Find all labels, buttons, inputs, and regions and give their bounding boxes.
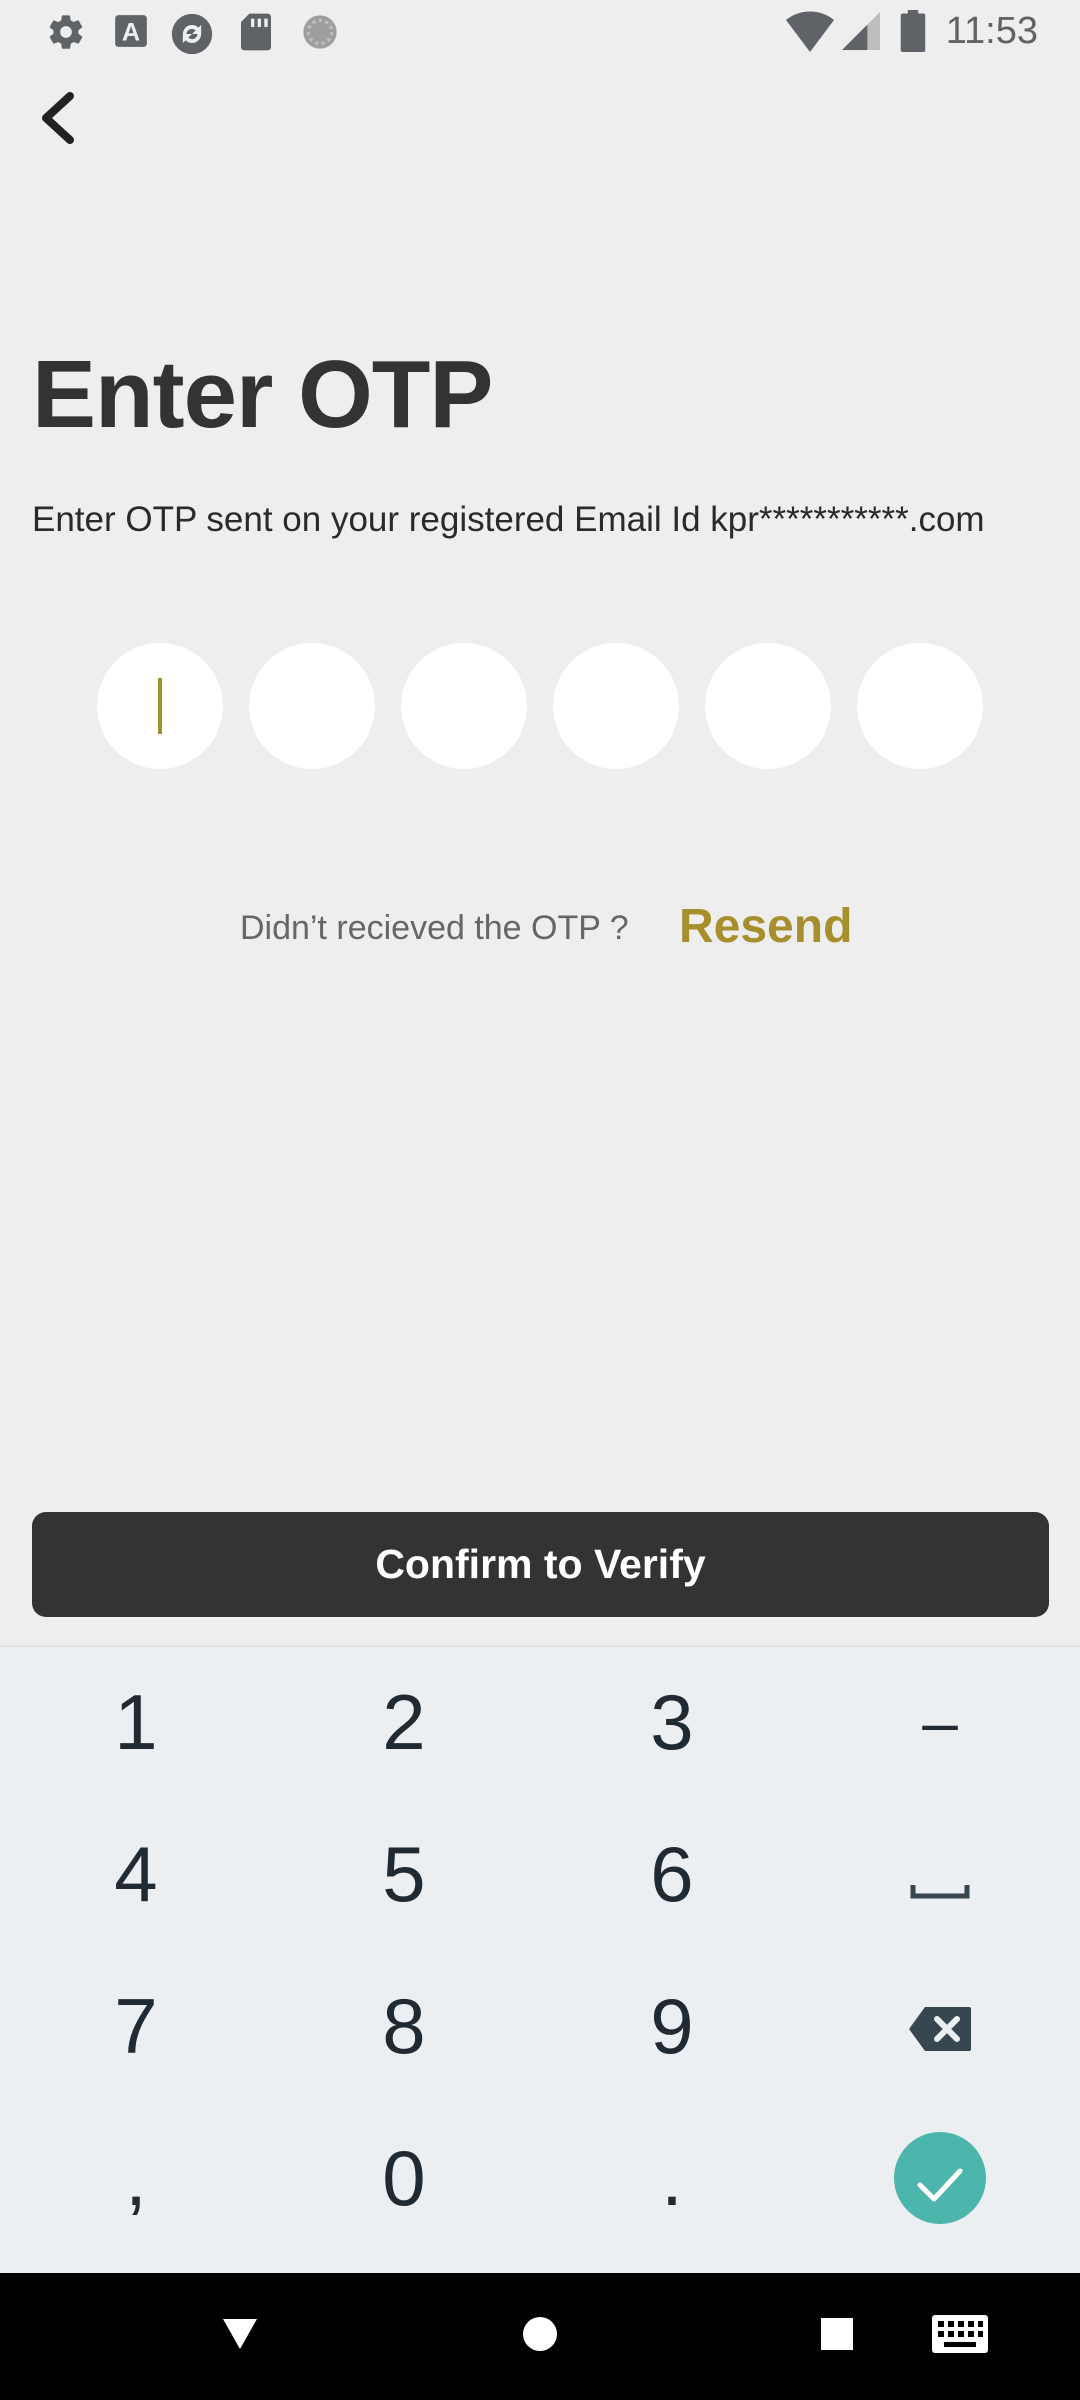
otp-digit-3[interactable]	[401, 643, 527, 769]
key-6[interactable]: 6	[538, 1799, 806, 1949]
key-space[interactable]	[806, 1799, 1074, 1949]
system-nav-bar	[0, 2273, 1080, 2400]
wifi-icon	[786, 10, 834, 57]
otp-instruction-text: Enter OTP sent on your registered Email …	[32, 500, 985, 539]
key-comma[interactable]: ,	[2, 2103, 270, 2253]
key-7[interactable]: 7	[2, 1951, 270, 2101]
sd-card-icon	[238, 12, 274, 57]
settings-icon	[46, 12, 86, 57]
otp-input-group	[97, 643, 983, 769]
chevron-left-icon	[36, 91, 80, 149]
app-a-icon: A	[112, 12, 150, 55]
recents-square-icon	[821, 2318, 853, 2355]
otp-digit-5[interactable]	[705, 643, 831, 769]
enter-key-circle	[894, 2132, 986, 2224]
nav-back-button[interactable]	[185, 2273, 295, 2400]
resend-link[interactable]: Resend	[679, 899, 852, 954]
nav-recents-button[interactable]	[782, 2273, 892, 2400]
key-4[interactable]: 4	[2, 1799, 270, 1949]
key-1[interactable]: 1	[2, 1647, 270, 1797]
nav-keyboard-button[interactable]	[905, 2273, 1015, 2400]
nav-home-button[interactable]	[485, 2273, 595, 2400]
resend-row: Didn’t recieved the OTP ? Resend	[0, 895, 1080, 965]
back-triangle-icon	[221, 2317, 259, 2356]
resend-question: Didn’t recieved the OTP ?	[240, 909, 629, 947]
loading-circle-icon	[300, 12, 340, 57]
key-0[interactable]: 0	[270, 2103, 538, 2253]
keyboard-icon	[932, 2315, 988, 2358]
key-8[interactable]: 8	[270, 1951, 538, 2101]
backspace-icon	[907, 1981, 973, 2072]
home-circle-icon	[522, 2316, 558, 2357]
key-9[interactable]: 9	[538, 1951, 806, 2101]
key-5[interactable]: 5	[270, 1799, 538, 1949]
space-icon	[910, 1829, 970, 1920]
key-enter[interactable]	[806, 2103, 1074, 2253]
key-backspace[interactable]	[806, 1951, 1074, 2101]
key-3[interactable]: 3	[538, 1647, 806, 1797]
numeric-keyboard: 1 2 3 – 4 5 6 7 8 9 , 0 .	[0, 1645, 1080, 2273]
otp-digit-1[interactable]	[97, 643, 223, 769]
key-2[interactable]: 2	[270, 1647, 538, 1797]
checkmark-icon	[916, 2133, 964, 2224]
back-button[interactable]	[22, 84, 94, 156]
text-cursor	[158, 678, 162, 734]
signal-icon	[842, 12, 880, 55]
otp-digit-4[interactable]	[553, 643, 679, 769]
confirm-verify-button[interactable]: Confirm to Verify	[32, 1512, 1049, 1617]
status-bar: A 11:53	[0, 0, 1080, 64]
page-title: Enter OTP	[32, 341, 493, 448]
svg-text:A: A	[122, 19, 140, 47]
sync-icon	[170, 12, 214, 61]
otp-digit-6[interactable]	[857, 643, 983, 769]
otp-digit-2[interactable]	[249, 643, 375, 769]
status-time: 11:53	[945, 10, 1038, 52]
battery-icon	[900, 10, 926, 57]
key-dash[interactable]: –	[806, 1647, 1074, 1797]
key-period[interactable]: .	[538, 2103, 806, 2253]
